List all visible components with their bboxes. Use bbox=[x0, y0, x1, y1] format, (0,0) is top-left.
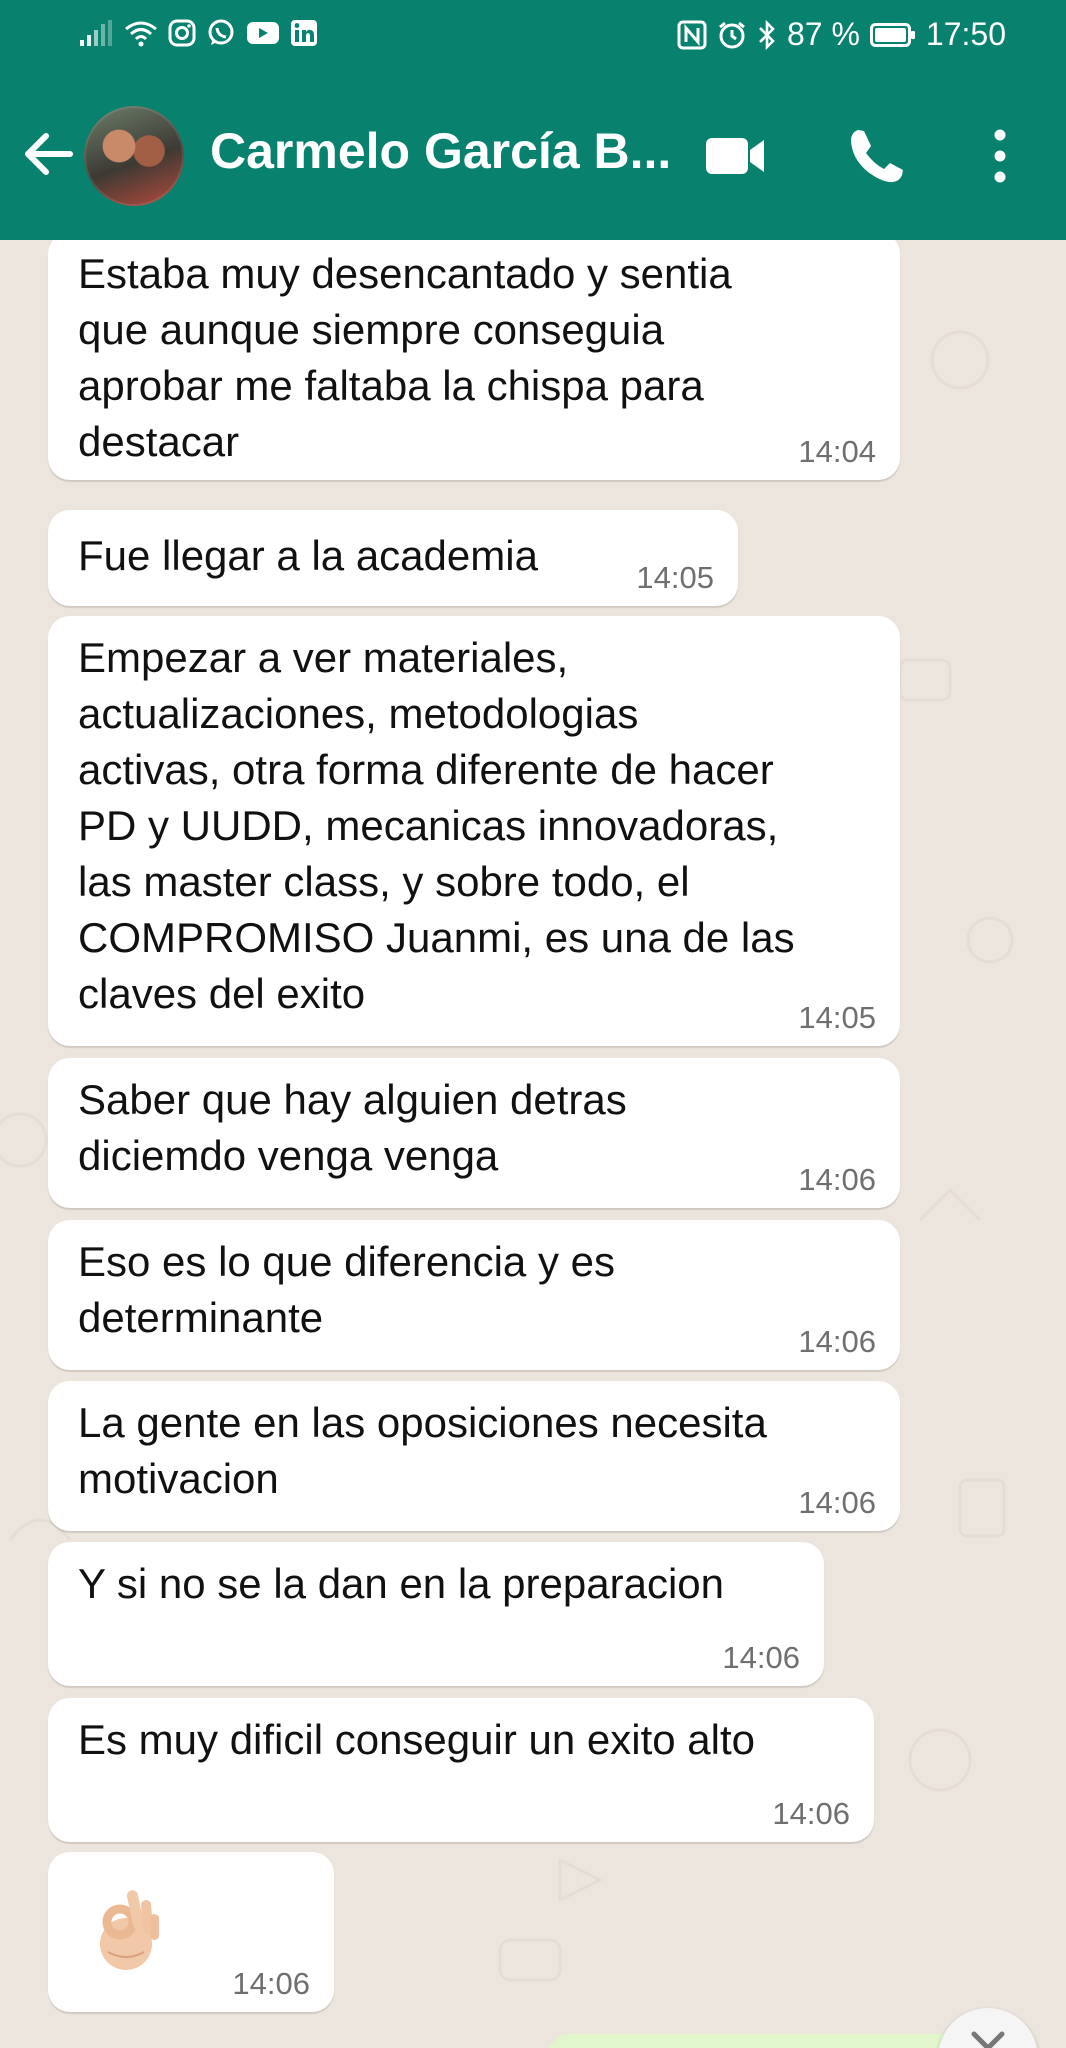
message-bubble[interactable]: 14:06 bbox=[48, 1852, 334, 2012]
status-bar: 87 % 17:50 bbox=[0, 0, 1066, 76]
more-options-button[interactable] bbox=[982, 126, 1018, 186]
wifi-icon bbox=[124, 19, 158, 47]
message-text: Fue llegar a la academia bbox=[78, 532, 538, 579]
message-time: 14:06 bbox=[772, 1796, 850, 1831]
ok-hand-emoji-icon bbox=[100, 1890, 159, 1970]
message-bubble[interactable]: Estaba muy desencantado y sentia que aun… bbox=[48, 240, 900, 480]
outgoing-bubble-partial bbox=[548, 2034, 968, 2048]
phone-icon bbox=[851, 130, 903, 183]
video-call-icon bbox=[706, 138, 764, 174]
message-time: 14:06 bbox=[722, 1640, 800, 1675]
message-text: Saber que hay alguien detras diciemdo ve… bbox=[78, 1076, 627, 1179]
message-bubble[interactable]: Saber que hay alguien detras diciemdo ve… bbox=[48, 1058, 900, 1208]
chat-area[interactable]: Estaba muy desencantado y sentia que aun… bbox=[0, 240, 1066, 2048]
message-text: Estaba muy desencantado y sentia que aun… bbox=[78, 250, 732, 465]
battery-percent: 87 % bbox=[786, 16, 860, 52]
signal-icon bbox=[80, 20, 114, 46]
youtube-icon bbox=[246, 20, 280, 46]
message-time: 14:06 bbox=[798, 1485, 876, 1520]
chat-header: Carmelo García B... bbox=[0, 76, 1066, 240]
message-bubble[interactable]: Eso es lo que diferencia y es determinan… bbox=[48, 1220, 900, 1370]
message-bubble[interactable]: Es muy dificil conseguir un exito alto 1… bbox=[48, 1698, 874, 1842]
message-text: Empezar a ver materiales, actualizacione… bbox=[78, 634, 795, 1017]
alarm-icon bbox=[717, 20, 747, 50]
status-notifications bbox=[80, 18, 318, 48]
nfc-icon bbox=[677, 20, 707, 50]
battery-icon bbox=[869, 22, 916, 47]
message-bubble[interactable]: La gente en las oposiciones necesita mot… bbox=[48, 1381, 900, 1531]
message-time: 14:06 bbox=[798, 1324, 876, 1359]
back-arrow-icon bbox=[25, 133, 73, 175]
message-text: Eso es lo que diferencia y es determinan… bbox=[78, 1238, 615, 1341]
contact-name[interactable]: Carmelo García B... bbox=[210, 122, 680, 180]
back-button[interactable] bbox=[20, 126, 76, 182]
linkedin-icon bbox=[290, 19, 318, 47]
status-system: 87 % 17:50 bbox=[677, 16, 1006, 53]
bluetooth-icon bbox=[757, 19, 777, 50]
message-text: Y si no se la dan en la preparacion bbox=[78, 1560, 724, 1607]
whatsapp-icon bbox=[206, 18, 236, 48]
chevron-down-icon bbox=[971, 2031, 1005, 2048]
avatar[interactable] bbox=[84, 106, 184, 206]
clock: 17:50 bbox=[925, 16, 1006, 52]
scroll-to-bottom-button[interactable] bbox=[938, 2008, 1038, 2048]
message-text: Es muy dificil conseguir un exito alto bbox=[78, 1716, 755, 1763]
message-time: 14:06 bbox=[798, 1162, 876, 1197]
video-call-button[interactable] bbox=[704, 132, 768, 180]
instagram-icon bbox=[168, 19, 196, 47]
message-time: 14:05 bbox=[798, 1000, 876, 1035]
message-time: 14:05 bbox=[636, 560, 714, 595]
message-bubble[interactable]: Fue llegar a la academia 14:05 bbox=[48, 510, 738, 606]
message-bubble[interactable]: Empezar a ver materiales, actualizacione… bbox=[48, 616, 900, 1046]
message-time: 14:04 bbox=[798, 434, 876, 469]
message-bubble[interactable]: Y si no se la dan en la preparacion 14:0… bbox=[48, 1542, 824, 1686]
more-vert-icon bbox=[994, 129, 1006, 183]
message-time: 14:06 bbox=[232, 1966, 310, 2001]
voice-call-button[interactable] bbox=[846, 126, 906, 186]
message-text: La gente en las oposiciones necesita mot… bbox=[78, 1399, 767, 1502]
